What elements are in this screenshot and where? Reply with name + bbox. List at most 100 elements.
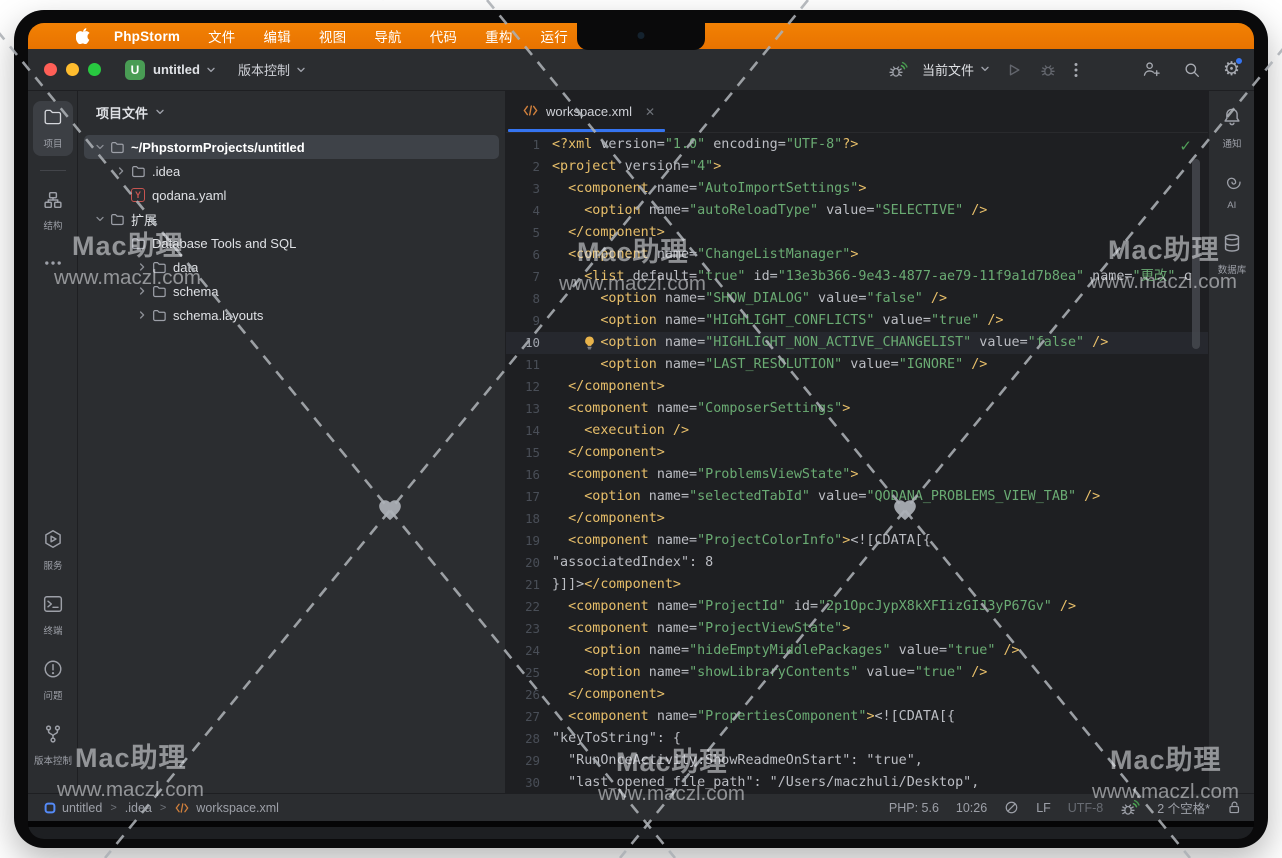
code-line-19[interactable]: 19 <component name="ProjectColorInfo"><!… <box>506 530 1208 552</box>
tab-workspace-xml[interactable]: workspace.xml ✕ <box>506 91 669 132</box>
code-line-1[interactable]: 1<?xml version="1.0" encoding="UTF-8"?> <box>506 134 1208 156</box>
tree-item[interactable]: schema <box>84 279 499 303</box>
run-icon[interactable] <box>1006 62 1022 78</box>
hector-icon[interactable] <box>1004 800 1019 815</box>
project-widget[interactable]: untitled <box>153 62 216 77</box>
menu-item-1[interactable]: 文件 <box>208 26 235 46</box>
vcs-widget[interactable]: 版本控制 <box>238 60 306 79</box>
menu-item-phpstorm[interactable]: PhpStorm <box>114 29 180 44</box>
code-line-17[interactable]: 17 <option name="selectedTabId" value="Q… <box>506 486 1208 508</box>
indent-widget[interactable]: 2 个空格* <box>1157 798 1210 817</box>
breadcrumb: untitled>.idea>workspace.xml <box>44 801 279 815</box>
tool-button-vcs[interactable]: 版本控制 <box>30 718 76 773</box>
run-configuration-widget[interactable]: 当前文件 <box>922 60 990 79</box>
code-line-13[interactable]: 13 <component name="ComposerSettings"> <box>506 398 1208 420</box>
code-with-me-icon[interactable] <box>1142 60 1161 79</box>
debug-icon[interactable] <box>1040 62 1056 78</box>
code-line-30[interactable]: 30 "last_opened_file_path": "/Users/macz… <box>506 772 1208 793</box>
code-line-25[interactable]: 25 <option name="showLibraryContents" va… <box>506 662 1208 684</box>
code-line-12[interactable]: 12 </component> <box>506 376 1208 398</box>
qodana-icon[interactable] <box>888 60 908 80</box>
tool-button-notifications[interactable]: 通知 <box>1212 101 1252 156</box>
code-line-14[interactable]: 14 <execution /> <box>506 420 1208 442</box>
chevron-right-icon[interactable] <box>113 166 129 176</box>
lock-open-icon[interactable] <box>1227 800 1242 815</box>
code-text: <component name="AutoImportSettings"> <box>552 178 1208 200</box>
chevron-right-icon[interactable] <box>134 262 150 272</box>
menu-item-7[interactable]: 运行 <box>541 26 568 46</box>
more-icon <box>44 254 62 277</box>
tool-button-structure[interactable]: 结构 <box>33 185 73 238</box>
tree-item[interactable]: 扩展 <box>84 207 499 231</box>
inspection-status-icon[interactable]: ✓ <box>1179 137 1192 155</box>
chevron-right-icon[interactable] <box>134 310 150 320</box>
close-tab-icon[interactable]: ✕ <box>645 105 655 119</box>
code-line-29[interactable]: 29 "RunOnceActivity.ShowReadmeOnStart": … <box>506 750 1208 772</box>
qodana-icon[interactable] <box>1120 798 1140 818</box>
apple-menu-icon[interactable] <box>76 28 90 44</box>
caret-position-widget[interactable]: 10:26 <box>956 801 987 815</box>
code-line-9[interactable]: 9 <option name="HIGHLIGHT_CONFLICTS" val… <box>506 310 1208 332</box>
line-separator-widget[interactable]: LF <box>1036 801 1051 815</box>
chevron-down-icon[interactable] <box>92 214 108 224</box>
code-line-7[interactable]: 7 <list default="true" id="13e3b366-9e43… <box>506 266 1208 288</box>
code-line-20[interactable]: 20"associatedIndex": 8 <box>506 552 1208 574</box>
zoom-window-button[interactable] <box>88 63 101 76</box>
tool-button-services[interactable]: 服务 <box>33 523 73 578</box>
php-version-widget[interactable]: PHP: 5.6 <box>889 801 939 815</box>
code-line-2[interactable]: 2<project version="4"> <box>506 156 1208 178</box>
code-line-15[interactable]: 15 </component> <box>506 442 1208 464</box>
search-everywhere-icon[interactable] <box>1183 61 1201 79</box>
editor-area[interactable]: workspace.xml ✕ ✓ 1<?xml version="1.0" e… <box>506 91 1208 793</box>
tool-button-more[interactable] <box>33 248 73 283</box>
code-line-5[interactable]: 5 </component> <box>506 222 1208 244</box>
code-line-23[interactable]: 23 <component name="ProjectViewState"> <box>506 618 1208 640</box>
chevron-right-icon[interactable] <box>134 286 150 296</box>
tree-item-label: qodana.yaml <box>152 188 226 203</box>
breadcrumb-item[interactable]: untitled <box>44 801 102 815</box>
code-line-6[interactable]: 6 <component name="ChangeListManager"> <box>506 244 1208 266</box>
tool-button-problems[interactable]: 问题 <box>33 653 73 708</box>
xml-file-icon <box>522 104 539 120</box>
menu-item-3[interactable]: 视图 <box>319 26 346 46</box>
project-panel-header[interactable]: 项目文件 <box>78 99 505 125</box>
code-line-11[interactable]: 11 <option name="LAST_RESOLUTION" value=… <box>506 354 1208 376</box>
menu-item-4[interactable]: 导航 <box>374 26 401 46</box>
tool-button-terminal[interactable]: 终端 <box>33 588 73 643</box>
tree-item[interactable]: Yqodana.yaml <box>84 183 499 207</box>
breadcrumb-label: .idea <box>125 801 152 815</box>
menu-item-6[interactable]: 重构 <box>485 26 512 46</box>
chevron-down-icon[interactable] <box>92 142 108 152</box>
code-line-28[interactable]: 28"keyToString": { <box>506 728 1208 750</box>
code-line-22[interactable]: 22 <component name="ProjectId" id="2p1Op… <box>506 596 1208 618</box>
code-line-27[interactable]: 27 <component name="PropertiesComponent"… <box>506 706 1208 728</box>
tool-button-database[interactable]: 数据库 <box>1212 227 1252 282</box>
tool-button-project[interactable]: 项目 <box>33 101 73 156</box>
code-line-24[interactable]: 24 <option name="hideEmptyMiddlePackages… <box>506 640 1208 662</box>
tree-item[interactable]: .idea <box>84 159 499 183</box>
code-line-3[interactable]: 3 <component name="AutoImportSettings"> <box>506 178 1208 200</box>
code-line-16[interactable]: 16 <component name="ProblemsViewState"> <box>506 464 1208 486</box>
tree-item[interactable]: Database Tools and SQL <box>84 231 499 255</box>
code-line-4[interactable]: 4 <option name="autoReloadType" value="S… <box>506 200 1208 222</box>
editor-scrollbar[interactable] <box>1192 159 1200 349</box>
code-editor[interactable]: 1<?xml version="1.0" encoding="UTF-8"?>2… <box>506 133 1208 793</box>
tree-item[interactable]: schema.layouts <box>84 303 499 327</box>
code-line-18[interactable]: 18 </component> <box>506 508 1208 530</box>
menu-item-2[interactable]: 编辑 <box>264 26 291 46</box>
tree-item[interactable]: ~/PhpstormProjects/untitled <box>84 135 499 159</box>
tool-button-ai[interactable]: AI <box>1212 166 1252 217</box>
encoding-widget[interactable]: UTF-8 <box>1068 801 1103 815</box>
menu-item-5[interactable]: 代码 <box>430 26 457 46</box>
minimize-window-button[interactable] <box>66 63 79 76</box>
close-window-button[interactable] <box>44 63 57 76</box>
breadcrumb-item[interactable]: .idea <box>125 801 152 815</box>
breadcrumb-item[interactable]: workspace.xml <box>174 801 279 815</box>
code-line-10[interactable]: 10 <option name="HIGHLIGHT_NON_ACTIVE_CH… <box>506 332 1208 354</box>
tree-item[interactable]: data <box>84 255 499 279</box>
code-line-21[interactable]: 21}]]></component> <box>506 574 1208 596</box>
code-line-8[interactable]: 8 <option name="SHOW_DIALOG" value="fals… <box>506 288 1208 310</box>
more-actions-icon[interactable] <box>1074 62 1078 78</box>
settings-gear-icon[interactable]: ⚙ <box>1223 60 1240 79</box>
code-line-26[interactable]: 26 </component> <box>506 684 1208 706</box>
